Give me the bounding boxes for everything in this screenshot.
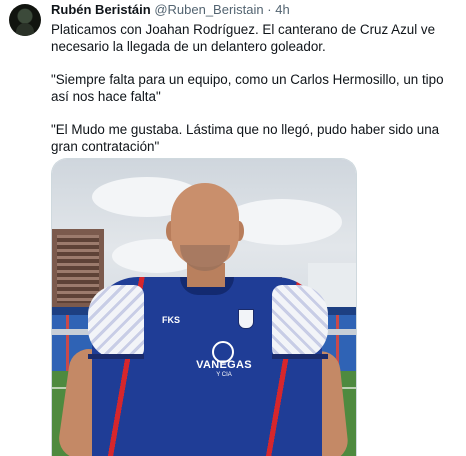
author-name[interactable]: Rubén Beristáin [51,2,151,17]
shirt-crest-icon [238,309,254,329]
tweet-photo[interactable]: FKS VANEGAS Y CIA [51,158,357,456]
author-handle[interactable]: @Ruben_Beristain [154,2,263,17]
tweet[interactable]: Rubén Beristáin @Ruben_Beristain · 4h Pl… [0,0,466,456]
tweet-paragraph: "Siempre falta para un equipo, como un C… [51,72,444,104]
photo-player-sleeve [88,285,144,359]
tweet-text: Platicamos con Joahan Rodríguez. El cant… [51,21,459,155]
shirt-sponsor-subtext: Y CIA [216,372,232,378]
tweet-paragraph: "El Mudo me gustaba. Lástima que no lleg… [51,122,440,154]
photo-player-sleeve [272,285,328,359]
author-avatar[interactable] [9,4,41,36]
shirt-brand-logo: FKS [162,315,180,325]
shirt-sponsor-text: VANEGAS [196,359,252,371]
tweet-timestamp[interactable]: 4h [275,2,289,17]
tweet-paragraph: Platicamos con Joahan Rodríguez. El cant… [51,22,436,54]
header-separator: · [267,2,272,17]
tweet-header: Rubén Beristáin @Ruben_Beristain · 4h [51,2,290,20]
